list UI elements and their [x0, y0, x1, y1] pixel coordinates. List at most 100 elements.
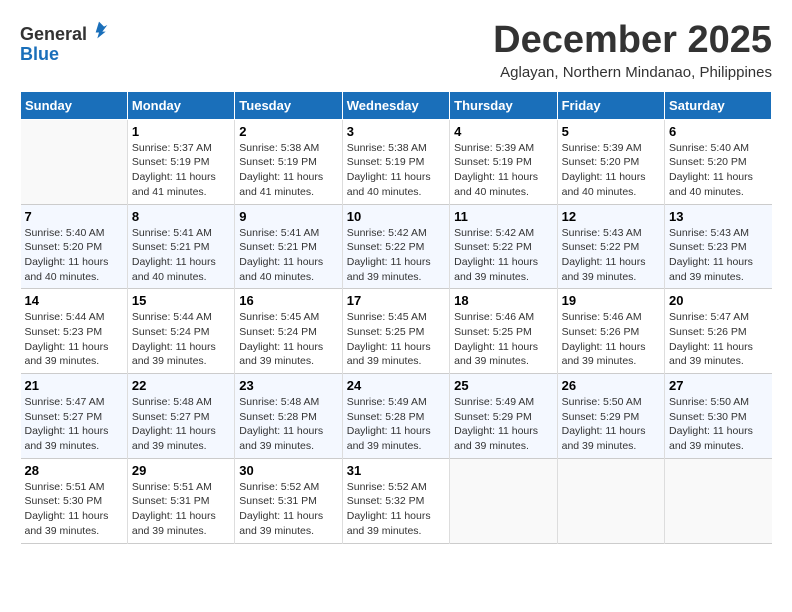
- month-title: December 2025: [493, 20, 772, 62]
- day-info: Sunrise: 5:42 AM Sunset: 5:22 PM Dayligh…: [347, 226, 445, 285]
- day-number: 20: [669, 293, 767, 308]
- day-cell: 25Sunrise: 5:49 AM Sunset: 5:29 PM Dayli…: [450, 374, 557, 459]
- day-number: 16: [239, 293, 337, 308]
- day-info: Sunrise: 5:39 AM Sunset: 5:19 PM Dayligh…: [454, 141, 552, 200]
- day-info: Sunrise: 5:41 AM Sunset: 5:21 PM Dayligh…: [239, 226, 337, 285]
- page-header: General Blue December 2025 Aglayan, Nort…: [20, 20, 772, 81]
- day-info: Sunrise: 5:44 AM Sunset: 5:23 PM Dayligh…: [25, 310, 123, 369]
- day-cell: 1Sunrise: 5:37 AM Sunset: 5:19 PM Daylig…: [127, 119, 234, 204]
- day-cell: 28 Sunrise: 5:51 AM Sunset: 5:30 PM Dayli…: [21, 458, 128, 543]
- day-info: Sunrise: 5:52 AM Sunset: 5:32 PM Dayligh…: [347, 480, 445, 539]
- day-info: Sunrise: 5:51 AM Sunset: 5:30 PM Dayligh…: [25, 480, 123, 539]
- day-cell: 20Sunrise: 5:47 AM Sunset: 5:26 PM Dayli…: [665, 289, 772, 374]
- day-info: Sunrise: 5:51 AM Sunset: 5:31 PM Dayligh…: [132, 480, 230, 539]
- day-cell: 9 Sunrise: 5:41 AM Sunset: 5:21 PM Daylig…: [235, 204, 342, 289]
- day-info: Sunrise: 5:43 AM Sunset: 5:23 PM Dayligh…: [669, 226, 767, 285]
- day-info: Sunrise: 5:41 AM Sunset: 5:21 PM Dayligh…: [132, 226, 230, 285]
- day-cell: 24 Sunrise: 5:49 AM Sunset: 5:28 PM Dayli…: [342, 374, 449, 459]
- day-cell: 26 Sunrise: 5:50 AM Sunset: 5:29 PM Dayli…: [557, 374, 664, 459]
- day-number: 9: [239, 209, 337, 224]
- day-info: Sunrise: 5:45 AM Sunset: 5:25 PM Dayligh…: [347, 310, 445, 369]
- day-number: 23: [239, 378, 337, 393]
- day-number: 4: [454, 124, 552, 139]
- day-info: Sunrise: 5:39 AM Sunset: 5:20 PM Dayligh…: [562, 141, 660, 200]
- day-info: Sunrise: 5:49 AM Sunset: 5:29 PM Dayligh…: [454, 395, 552, 454]
- day-number: 19: [562, 293, 660, 308]
- day-cell: 14Sunrise: 5:44 AM Sunset: 5:23 PM Dayli…: [21, 289, 128, 374]
- week-row-2: 7 Sunrise: 5:40 AM Sunset: 5:20 PM Daylig…: [21, 204, 772, 289]
- day-info: Sunrise: 5:44 AM Sunset: 5:24 PM Dayligh…: [132, 310, 230, 369]
- title-block: December 2025 Aglayan, Northern Mindanao…: [493, 20, 772, 81]
- day-info: Sunrise: 5:37 AM Sunset: 5:19 PM Dayligh…: [132, 141, 230, 200]
- day-info: Sunrise: 5:50 AM Sunset: 5:30 PM Dayligh…: [669, 395, 767, 454]
- day-cell: 12 Sunrise: 5:43 AM Sunset: 5:22 PM Dayli…: [557, 204, 664, 289]
- col-header-monday: Monday: [127, 91, 234, 119]
- day-number: 31: [347, 463, 445, 478]
- day-cell: 31 Sunrise: 5:52 AM Sunset: 5:32 PM Dayli…: [342, 458, 449, 543]
- week-row-4: 21 Sunrise: 5:47 AM Sunset: 5:27 PM Dayli…: [21, 374, 772, 459]
- day-number: 5: [562, 124, 660, 139]
- day-info: Sunrise: 5:40 AM Sunset: 5:20 PM Dayligh…: [25, 226, 123, 285]
- week-row-1: 1Sunrise: 5:37 AM Sunset: 5:19 PM Daylig…: [21, 119, 772, 204]
- day-info: Sunrise: 5:42 AM Sunset: 5:22 PM Dayligh…: [454, 226, 552, 285]
- day-cell: 8 Sunrise: 5:41 AM Sunset: 5:21 PM Daylig…: [127, 204, 234, 289]
- day-cell: 6 Sunrise: 5:40 AM Sunset: 5:20 PM Daylig…: [665, 119, 772, 204]
- day-info: Sunrise: 5:38 AM Sunset: 5:19 PM Dayligh…: [239, 141, 337, 200]
- day-cell: [665, 458, 772, 543]
- day-number: 12: [562, 209, 660, 224]
- day-cell: 5 Sunrise: 5:39 AM Sunset: 5:20 PM Daylig…: [557, 119, 664, 204]
- day-number: 10: [347, 209, 445, 224]
- day-cell: 10 Sunrise: 5:42 AM Sunset: 5:22 PM Dayli…: [342, 204, 449, 289]
- day-cell: 13Sunrise: 5:43 AM Sunset: 5:23 PM Dayli…: [665, 204, 772, 289]
- day-cell: 29 Sunrise: 5:51 AM Sunset: 5:31 PM Dayli…: [127, 458, 234, 543]
- week-row-5: 28 Sunrise: 5:51 AM Sunset: 5:30 PM Dayli…: [21, 458, 772, 543]
- day-info: Sunrise: 5:46 AM Sunset: 5:25 PM Dayligh…: [454, 310, 552, 369]
- col-header-friday: Friday: [557, 91, 664, 119]
- day-number: 17: [347, 293, 445, 308]
- logo: General Blue: [20, 25, 109, 65]
- day-info: Sunrise: 5:45 AM Sunset: 5:24 PM Dayligh…: [239, 310, 337, 369]
- day-cell: 17 Sunrise: 5:45 AM Sunset: 5:25 PM Dayli…: [342, 289, 449, 374]
- col-header-sunday: Sunday: [21, 91, 128, 119]
- day-cell: 3Sunrise: 5:38 AM Sunset: 5:19 PM Daylig…: [342, 119, 449, 204]
- day-cell: 18Sunrise: 5:46 AM Sunset: 5:25 PM Dayli…: [450, 289, 557, 374]
- day-number: 29: [132, 463, 230, 478]
- day-cell: 16 Sunrise: 5:45 AM Sunset: 5:24 PM Dayli…: [235, 289, 342, 374]
- day-cell: 2Sunrise: 5:38 AM Sunset: 5:19 PM Daylig…: [235, 119, 342, 204]
- day-cell: 30Sunrise: 5:52 AM Sunset: 5:31 PM Dayli…: [235, 458, 342, 543]
- col-header-saturday: Saturday: [665, 91, 772, 119]
- day-cell: [557, 458, 664, 543]
- day-cell: 23Sunrise: 5:48 AM Sunset: 5:28 PM Dayli…: [235, 374, 342, 459]
- day-cell: 7 Sunrise: 5:40 AM Sunset: 5:20 PM Daylig…: [21, 204, 128, 289]
- day-info: Sunrise: 5:50 AM Sunset: 5:29 PM Dayligh…: [562, 395, 660, 454]
- day-number: 22: [132, 378, 230, 393]
- day-info: Sunrise: 5:40 AM Sunset: 5:20 PM Dayligh…: [669, 141, 767, 200]
- col-header-tuesday: Tuesday: [235, 91, 342, 119]
- day-cell: 19 Sunrise: 5:46 AM Sunset: 5:26 PM Dayli…: [557, 289, 664, 374]
- day-number: 24: [347, 378, 445, 393]
- day-number: 7: [25, 209, 123, 224]
- day-number: 30: [239, 463, 337, 478]
- day-cell: 21 Sunrise: 5:47 AM Sunset: 5:27 PM Dayli…: [21, 374, 128, 459]
- week-row-3: 14Sunrise: 5:44 AM Sunset: 5:23 PM Dayli…: [21, 289, 772, 374]
- day-number: 15: [132, 293, 230, 308]
- day-cell: 22 Sunrise: 5:48 AM Sunset: 5:27 PM Dayli…: [127, 374, 234, 459]
- day-number: 6: [669, 124, 767, 139]
- day-number: 28: [25, 463, 123, 478]
- day-number: 8: [132, 209, 230, 224]
- day-cell: [450, 458, 557, 543]
- day-info: Sunrise: 5:46 AM Sunset: 5:26 PM Dayligh…: [562, 310, 660, 369]
- day-number: 11: [454, 209, 552, 224]
- logo-general: General: [20, 25, 87, 45]
- day-number: 26: [562, 378, 660, 393]
- day-cell: 27Sunrise: 5:50 AM Sunset: 5:30 PM Dayli…: [665, 374, 772, 459]
- day-cell: [21, 119, 128, 204]
- location-subtitle: Aglayan, Northern Mindanao, Philippines: [493, 64, 772, 81]
- day-cell: 4 Sunrise: 5:39 AM Sunset: 5:19 PM Daylig…: [450, 119, 557, 204]
- day-info: Sunrise: 5:47 AM Sunset: 5:27 PM Dayligh…: [25, 395, 123, 454]
- day-info: Sunrise: 5:49 AM Sunset: 5:28 PM Dayligh…: [347, 395, 445, 454]
- calendar-table: SundayMondayTuesdayWednesdayThursdayFrid…: [20, 91, 772, 544]
- day-info: Sunrise: 5:43 AM Sunset: 5:22 PM Dayligh…: [562, 226, 660, 285]
- day-number: 21: [25, 378, 123, 393]
- day-info: Sunrise: 5:48 AM Sunset: 5:27 PM Dayligh…: [132, 395, 230, 454]
